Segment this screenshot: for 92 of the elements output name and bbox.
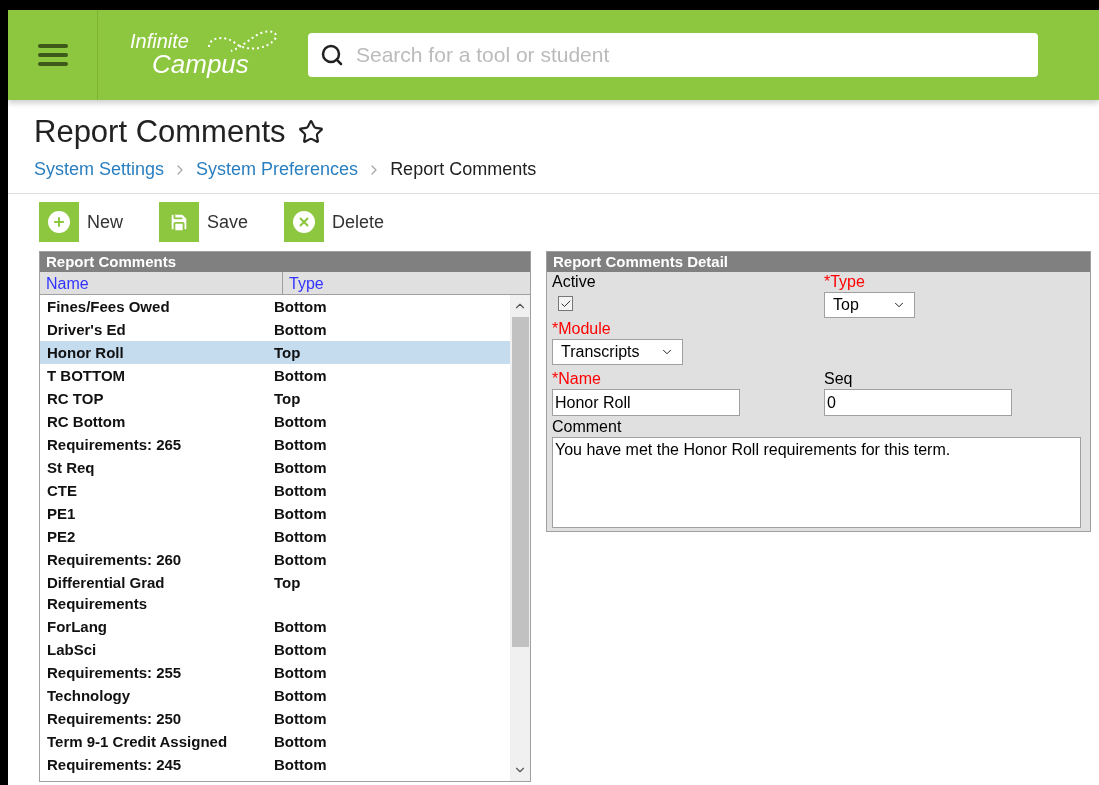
type-cell-text: Top [273,573,301,593]
list-row[interactable]: Differential Grad Requirements Top [40,571,510,615]
list-row[interactable]: Term 9-1 Credit Assigned Bottom [40,730,510,753]
list-row[interactable]: RC TOP Top [40,387,510,410]
type-cell-text: Top [273,343,301,363]
type-cell-text: Bottom [273,412,327,432]
type-cell-text: Bottom [273,481,327,501]
name-cell-text: PE2 [46,527,77,547]
list-row[interactable]: ForLang Bottom [40,615,510,638]
list-row[interactable]: LabSci Bottom [40,638,510,661]
name-cell-text: St Req [46,458,96,478]
name-cell-text: RC Bottom [46,412,127,432]
list-row[interactable]: Technology Bottom [40,684,510,707]
name-cell-text: Requirements: 260 [46,550,183,570]
list-row[interactable]: Requirements: 260 Bottom [40,548,510,571]
name-cell-text: LabSci [46,640,98,660]
page-title: Report Comments [34,113,286,151]
name-cell-text: Differential Grad Requirements [46,573,166,614]
type-cell-text: Bottom [273,709,327,729]
type-cell-text: Bottom [273,663,327,683]
field-label: Comment [552,417,622,437]
logo-text: Infinite [130,31,189,51]
list-row[interactable]: RC Bottom Bottom [40,410,510,433]
list-row[interactable]: St Req Bottom [40,456,510,479]
column-header[interactable]: Type [283,272,530,294]
type-cell-text: Bottom [273,366,327,386]
list-row[interactable]: Requirements: 245 Bottom [40,753,510,776]
name-cell-text: Technology [46,686,132,706]
type-cell-text: Bottom [273,320,327,340]
save-icon [168,211,190,233]
seq-field[interactable]: 0 [824,389,1012,416]
type-cell-text: Bottom [273,297,327,317]
name-cell-text: RC TOP [46,389,105,409]
list-row[interactable]: PE2 Bottom [40,525,510,548]
name-cell-text: CTE [46,481,78,501]
type-cell-text: Bottom [273,640,327,660]
list-row[interactable]: T BOTTOM Bottom [40,364,510,387]
list-row[interactable]: CTE Bottom [40,479,510,502]
name-cell-text: PE1 [46,504,77,524]
panel-header: Report Comments Detail [547,252,1090,272]
name-cell-text: Requirements: 255 [46,663,183,683]
toolbar-button[interactable]: Save [159,202,249,242]
menu-button[interactable] [37,44,68,66]
field-label: Seq [824,369,853,389]
breadcrumb-current: Report Comments [390,158,537,181]
name-cell-text: Honor Roll [46,343,125,363]
active-checkbox[interactable] [558,296,573,311]
list-row[interactable]: Driver's Ed Bottom [40,318,510,341]
type-cell-text: Bottom [273,732,327,752]
type-cell-text: Top [273,389,301,409]
list-row[interactable]: Requirements: 250 Bottom [40,707,510,730]
type-cell-text: Bottom [273,617,327,637]
field-label: Active [552,272,596,292]
list-row[interactable]: Honor Roll Top [40,341,510,364]
type-cell-text: Bottom [273,550,327,570]
logo-text: Campus [152,51,249,77]
name-cell-text: Requirements: 265 [46,435,183,455]
column-header[interactable]: Name [40,272,283,294]
type-cell-text: Bottom [273,504,327,524]
toolbar-button[interactable]: Delete [284,202,385,242]
list-row[interactable]: PE1 Bottom [40,502,510,525]
list-row[interactable]: Fines/Fees Owed Bottom [40,295,510,318]
type-cell-text: Bottom [273,458,327,478]
search-icon [320,43,344,67]
field-label: *Type [824,272,865,292]
type-cell-text: Bottom [273,755,327,775]
select-field[interactable]: Transcripts [552,339,683,365]
breadcrumb-link[interactable]: System Settings [34,156,165,183]
select-field[interactable]: Top [824,292,915,318]
favorite-star-icon[interactable] [297,119,324,145]
name-cell-text: Term 9-1 Credit Assigned [46,732,229,752]
name-cell-text: T BOTTOM [46,366,127,386]
name-cell-text: ForLang [46,617,108,637]
toolbar-button[interactable]: New [39,202,123,242]
scrollbar[interactable] [510,295,530,781]
field-label: *Module [552,319,611,339]
comment-field[interactable]: You have met the Honor Roll requirements for this term. [552,437,1081,528]
type-cell-text: Bottom [273,527,327,547]
search-bar[interactable]: Search for a tool or student [308,33,1038,77]
list-row[interactable]: Requirements: 265 Bottom [40,433,510,456]
list-row[interactable]: Requirements: 255 Bottom [40,661,510,684]
field-label: *Name [552,369,601,389]
name-cell-text: Requirements: 250 [46,709,183,729]
name-cell-text: Driver's Ed [46,320,127,340]
name-field[interactable]: Honor Roll [552,389,740,416]
search-field[interactable]: Search for a tool or student [356,39,1026,71]
breadcrumb-link[interactable]: System Preferences [196,156,359,183]
type-cell-text: Bottom [273,435,327,455]
type-cell-text: Bottom [273,686,327,706]
name-cell-text: Fines/Fees Owed [46,297,171,317]
name-cell-text: Requirements: 245 [46,755,183,775]
panel-header: Report Comments [40,252,530,272]
